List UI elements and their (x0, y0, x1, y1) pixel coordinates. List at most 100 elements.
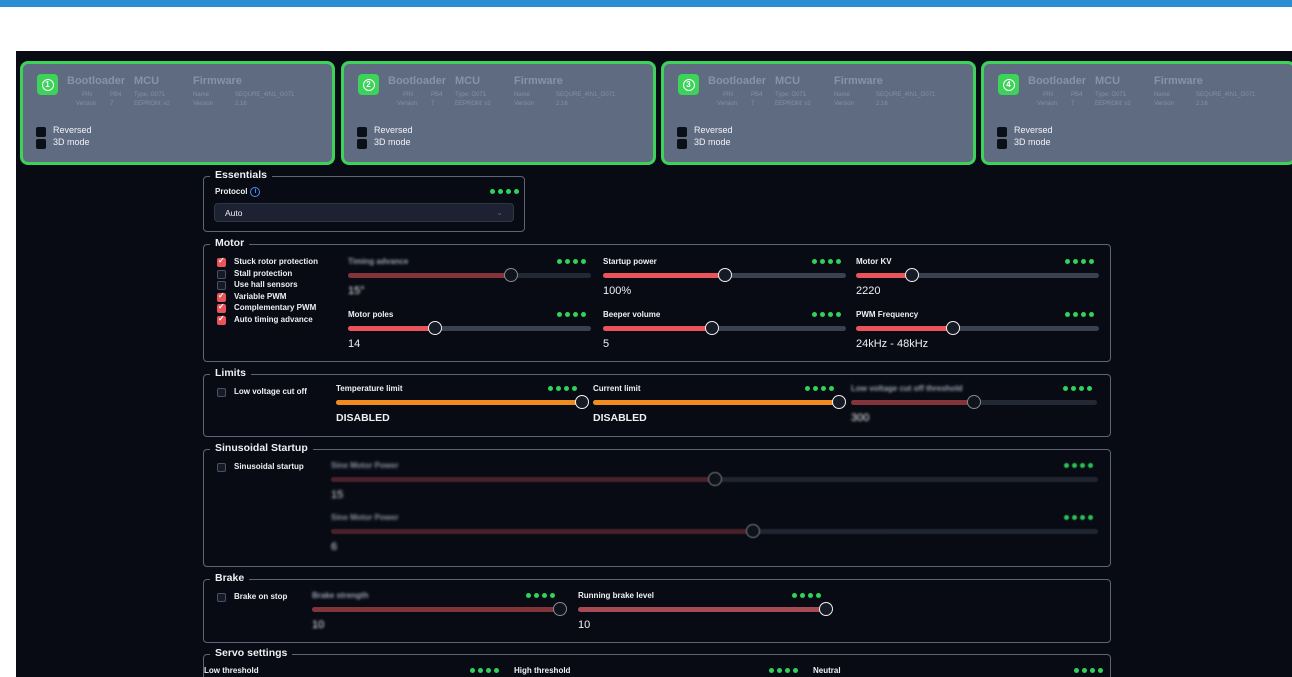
brake-on-stop-label: Brake on stop (234, 592, 288, 601)
protocol-label: Protocol i (215, 187, 261, 197)
fw-name-value: SEQURE_4IN1_G071 (235, 92, 295, 98)
sine-slider-2-slider-handle[interactable] (745, 524, 760, 538)
firmware-heading: Firmware (834, 75, 883, 87)
limits-group: Limits Low voltage cut off Temperature l… (203, 367, 1111, 437)
motor-slider-4-label: Motor poles (348, 310, 394, 319)
low-voltage-checkbox[interactable] (217, 388, 226, 397)
firmware-heading: Firmware (514, 75, 563, 87)
motor-option-checkbox[interactable] (217, 281, 226, 290)
motor-slider-6-slider-handle[interactable] (946, 321, 961, 335)
reversed-label: Reversed (53, 125, 92, 135)
limits-slider-2-slider-handle[interactable] (832, 395, 846, 409)
motor-slider-4-slider-handle[interactable] (428, 321, 443, 335)
motor-option-checkbox[interactable] (217, 291, 226, 302)
mcu-heading: MCU (1095, 75, 1121, 87)
motor-slider-2-slider-fill (603, 273, 725, 278)
reversed-checkbox[interactable] (997, 127, 1007, 137)
3d-mode-checkbox[interactable] (357, 139, 367, 149)
bl-version-label: Version (717, 101, 738, 107)
esc-number: 3 (682, 78, 695, 91)
esc-card-2[interactable]: 2 Bootloader MCU Firmware PIN PB4 Version 7 Type… (341, 61, 656, 165)
sine-slider-2-label: Sine Motor Power (331, 513, 399, 522)
motor-option-label: Variable PWM (234, 291, 287, 301)
motor-slider-5-dots (812, 312, 841, 317)
neutral-dots (1074, 668, 1103, 673)
mcu-type: Type: G071 (775, 92, 807, 98)
esc-config-app: 1 Bootloader MCU Firmware PIN PB4 Version 7 Type… (16, 51, 1292, 677)
fw-version-label: Version (1154, 101, 1175, 107)
limits-slider-2-slider[interactable] (593, 395, 846, 409)
esc-card-1[interactable]: 1 Bootloader MCU Firmware PIN PB4 Version 7 Type… (20, 61, 335, 165)
mcu-heading: MCU (134, 75, 160, 87)
pin-label: PIN (1043, 92, 1054, 98)
reversed-label: Reversed (694, 125, 733, 135)
firmware-heading: Firmware (1154, 75, 1203, 87)
brake-slider-2-slider[interactable] (578, 602, 833, 616)
sine-slider-2-slider[interactable] (331, 524, 1098, 538)
fw-version-label: Version (193, 101, 214, 107)
3d-mode-label: 3D mode (53, 137, 90, 147)
bl-version-label: Version (397, 101, 418, 107)
motor-slider-1-slider-handle[interactable] (503, 268, 518, 282)
brake-slider-1-slider-handle[interactable] (553, 602, 567, 616)
limits-slider-1-slider-handle[interactable] (575, 395, 589, 409)
limits-slider-3-slider-handle[interactable] (967, 395, 981, 409)
motor-slider-4-slider[interactable] (348, 321, 591, 335)
esc-card-4[interactable]: 4 Bootloader MCU Firmware PIN PB4 Version 7 Type… (981, 61, 1292, 165)
motor-slider-5-slider[interactable] (603, 321, 846, 335)
limits-slider-3-slider-fill (851, 400, 974, 405)
esc-number-badge: 3 (678, 74, 699, 95)
motor-slider-1-label: Timing advance (348, 257, 409, 266)
motor-slider-2-slider[interactable] (603, 268, 846, 282)
mcu-heading: MCU (775, 75, 801, 87)
reversed-checkbox[interactable] (36, 127, 46, 137)
protocol-select[interactable]: Auto ⌄ (214, 203, 514, 222)
brake-slider-2-slider-handle[interactable] (819, 602, 833, 616)
fw-version-label: Version (834, 101, 855, 107)
motor-slider-2-slider-handle[interactable] (717, 268, 732, 282)
motor-slider-3-slider-handle[interactable] (904, 268, 919, 282)
3d-mode-checkbox[interactable] (677, 139, 687, 149)
3d-mode-label: 3D mode (374, 137, 411, 147)
mcu-eeprom: EEPROM: v2 (134, 101, 170, 107)
limits-slider-1-slider[interactable] (336, 395, 589, 409)
esc-card-3[interactable]: 3 Bootloader MCU Firmware PIN PB4 Version 7 Type… (661, 61, 976, 165)
fw-name-value: SEQURE_4IN1_G071 (556, 92, 616, 98)
info-icon[interactable]: i (250, 187, 261, 197)
motor-option-checkbox[interactable] (217, 314, 226, 325)
motor-slider-6-slider[interactable] (856, 321, 1099, 335)
sine-slider-2-dots (1064, 515, 1093, 520)
fw-name-label: Name (514, 92, 531, 98)
limits-slider-2-dots (805, 386, 834, 391)
3d-mode-checkbox[interactable] (997, 139, 1007, 149)
brake-on-stop-checkbox[interactable] (217, 593, 226, 602)
servo-group: Servo settings Low threshold High thresh… (203, 647, 1111, 677)
limits-slider-3-dots (1063, 386, 1092, 391)
reversed-checkbox[interactable] (677, 127, 687, 137)
motor-slider-4-dots (557, 312, 586, 317)
motor-slider-3-slider[interactable] (856, 268, 1099, 282)
motor-slider-1-slider[interactable] (348, 268, 591, 282)
brake-slider-1-slider[interactable] (312, 602, 567, 616)
limits-slider-1-label: Temperature limit (336, 384, 403, 393)
limits-slider-3-slider[interactable] (851, 395, 1097, 409)
motor-option-checkbox[interactable] (217, 256, 226, 267)
motor-option-checkbox[interactable] (217, 269, 226, 279)
motor-option-label: Auto timing advance (234, 314, 313, 324)
esc-number-badge: 4 (998, 74, 1019, 95)
motor-option-checkbox[interactable] (217, 302, 226, 313)
reversed-checkbox[interactable] (357, 127, 367, 137)
mcu-type: Type: G071 (455, 92, 487, 98)
3d-mode-checkbox[interactable] (36, 139, 46, 149)
esc-number: 1 (41, 78, 54, 91)
pin-label: PIN (82, 92, 93, 98)
bl-version-label: Version (1037, 101, 1058, 107)
motor-group[interactable]: Motor Stuck rotor protection Stall protec… (203, 237, 1111, 362)
brake-slider-1-dots (526, 593, 555, 598)
motor-slider-1-value: 15° (348, 285, 365, 297)
sine-slider-2-value: 6 (331, 541, 338, 553)
motor-slider-6-label: PWM Frequency (856, 310, 919, 319)
motor-slider-2-value: 100% (603, 285, 632, 297)
motor-slider-5-slider-handle[interactable] (705, 321, 720, 335)
bootloader-heading: Bootloader (1028, 75, 1087, 87)
